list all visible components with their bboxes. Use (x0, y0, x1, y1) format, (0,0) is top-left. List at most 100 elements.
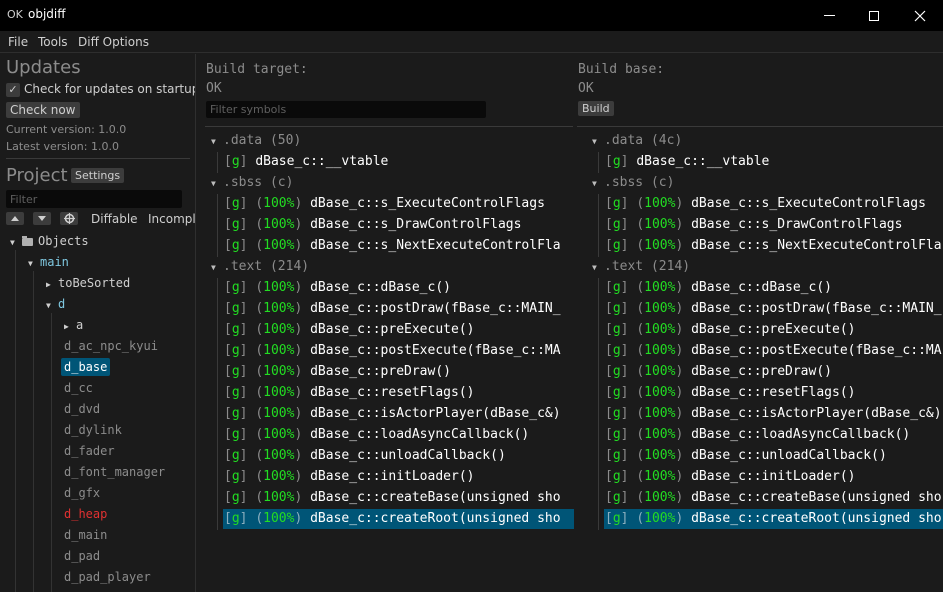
tree-node-file[interactable]: d_font_manager (64, 463, 165, 481)
symbol-row[interactable]: [g] (100%) dBase_c::dBase_c() (605, 278, 832, 298)
tree-node-file[interactable]: d_pad_player (64, 568, 151, 586)
symbol-row[interactable]: [g] (100%) dBase_c::preDraw() (224, 362, 451, 382)
tree-node-d[interactable]: ▼ d (46, 295, 65, 313)
symbol-flag: g (231, 196, 240, 211)
tree-node-file[interactable]: d_dylink (64, 421, 122, 439)
symbol-row[interactable]: [g] (100%) dBase_c::postDraw(fBase_c::MA… (224, 299, 561, 319)
paren: ( (636, 217, 645, 232)
tree-node-a[interactable]: ▶ a (64, 316, 83, 334)
symbol-row[interactable]: [g] (100%) dBase_c::isActorPlayer(dBase_… (605, 404, 942, 424)
tree-node-file[interactable]: d_gfx (64, 484, 100, 502)
menu-file[interactable]: File (8, 35, 28, 49)
window-title: objdiff (28, 7, 66, 21)
locate-button[interactable] (60, 212, 78, 225)
sidebar: Updates ✓ Check for updates on startup C… (0, 54, 196, 592)
symbol-row-selected[interactable]: [g] (100%) dBase_c::createRoot(unsigned … (223, 509, 574, 529)
symbol-row[interactable]: [g] (100%) dBase_c::loadAsyncCallback() (605, 425, 910, 445)
symbol-row[interactable]: [g] (100%) dBase_c::postExecute(fBase_c:… (224, 341, 561, 361)
symbol-row[interactable]: [g] (100%) dBase_c::s_ExecuteControlFlag… (224, 194, 545, 214)
bracket: [ (224, 427, 232, 442)
window-status: OK (7, 8, 23, 21)
close-button[interactable] (897, 0, 943, 31)
tree-node-file[interactable]: d_ac_npc_kyui (64, 337, 158, 355)
paren: ) (675, 469, 692, 484)
symbol-flag: g (612, 217, 621, 232)
target-heading: Build target: (206, 62, 308, 77)
symbol-row[interactable]: [g] (100%) dBase_c::postDraw(fBase_c::MA… (605, 299, 942, 319)
symbol-row[interactable]: [g] (100%) dBase_c::s_NextExecuteControl… (224, 236, 561, 256)
menu-tools[interactable]: Tools (38, 35, 68, 49)
bracket: ] (239, 196, 256, 211)
check-now-button[interactable]: Check now (6, 102, 80, 118)
symbol-flag: g (612, 364, 621, 379)
symbol-row[interactable]: [g] (100%) dBase_c::unloadCallback() (605, 446, 887, 466)
collapse-all-button[interactable] (6, 212, 24, 225)
symbol-row[interactable]: [g] dBase_c::__vtable (605, 152, 769, 172)
symbol-row[interactable]: [g] (100%) dBase_c::initLoader() (224, 467, 474, 487)
tree-node-objects[interactable]: ▼ Objects (10, 232, 89, 250)
expand-all-button[interactable] (33, 212, 51, 225)
tree-node-file-selected[interactable]: d_base (61, 358, 111, 376)
symbol-row[interactable]: [g] (100%) dBase_c::s_DrawControlFlags (224, 215, 521, 235)
check-on-startup-checkbox[interactable]: ✓ (6, 83, 20, 97)
tree-node-file[interactable]: d_main (64, 526, 107, 544)
section-header[interactable]: ▼ .sbss (c) (592, 173, 674, 193)
symbol-row[interactable]: [g] (100%) dBase_c::preDraw() (605, 362, 832, 382)
symbol-row[interactable]: [g] (100%) dBase_c::createBase(unsigned … (605, 488, 942, 508)
symbol-row[interactable]: [g] (100%) dBase_c::s_ExecuteControlFlag… (605, 194, 926, 214)
section-header[interactable]: ▼ .text (214) (211, 257, 309, 277)
tree-node-file[interactable]: d_cc (64, 379, 93, 397)
symbol-row[interactable]: [g] dBase_c::__vtable (224, 152, 388, 172)
symbol-row[interactable]: [g] (100%) dBase_c::preExecute() (224, 320, 474, 340)
symbol-row[interactable]: [g] (100%) dBase_c::resetFlags() (224, 383, 474, 403)
bracket: ] (239, 280, 256, 295)
minimize-button[interactable] (806, 0, 852, 31)
symbol-flag: g (231, 427, 240, 442)
build-button[interactable]: Build (578, 101, 614, 116)
updates-heading: Updates (6, 57, 81, 78)
paren: ) (294, 490, 311, 505)
symbol-flag: g (612, 427, 621, 442)
tree-node-main[interactable]: ▼ main (28, 253, 69, 271)
match-percent: 100% (644, 469, 676, 484)
symbol-row[interactable]: [g] (100%) dBase_c::initLoader() (605, 467, 855, 487)
bracket: ] (239, 322, 256, 337)
tree-node-tobesorted[interactable]: ▶ toBeSorted (46, 274, 130, 292)
symbol-row[interactable]: [g] (100%) dBase_c::isActorPlayer(dBase_… (224, 404, 561, 424)
project-filter-input[interactable] (6, 190, 182, 208)
symbol-row[interactable]: [g] (100%) dBase_c::postExecute(fBase_c:… (605, 341, 942, 361)
symbol-row[interactable]: [g] (100%) dBase_c::dBase_c() (224, 278, 451, 298)
tree-node-file[interactable]: d_pad (64, 547, 100, 565)
tree-node-file-error[interactable]: d_heap (64, 505, 107, 523)
symbol-filter-input[interactable] (206, 101, 486, 118)
symbol-row[interactable]: [g] (100%) dBase_c::s_NextExecuteControl… (605, 236, 942, 256)
diffable-toggle[interactable]: Diffable (91, 212, 138, 226)
section-header[interactable]: ▼ .data (4c) (592, 131, 682, 151)
section-header[interactable]: ▼ .data (50) (211, 131, 301, 151)
symbol-name: dBase_c::preExecute() (310, 322, 475, 337)
tree-node-file[interactable]: d_dvd (64, 400, 100, 418)
symbol-row[interactable]: [g] (100%) dBase_c::s_DrawControlFlags (605, 215, 902, 235)
symbol-row[interactable]: [g] (100%) dBase_c::resetFlags() (605, 383, 855, 403)
symbol-row[interactable]: [g] (100%) dBase_c::preExecute() (605, 320, 855, 340)
paren: ) (675, 406, 692, 421)
section-header[interactable]: ▼ .text (214) (592, 257, 690, 277)
tree-node-file[interactable]: d_fader (64, 442, 115, 460)
match-percent: 100% (644, 448, 676, 463)
symbol-row[interactable]: [g] (100%) dBase_c::unloadCallback() (224, 446, 506, 466)
symbol-row[interactable]: [g] (100%) dBase_c::createBase(unsigned … (224, 488, 561, 508)
bracket: [ (224, 301, 232, 316)
settings-button[interactable]: Settings (71, 168, 125, 183)
bracket: ] (620, 280, 637, 295)
incomplete-toggle[interactable]: Incomple (148, 212, 195, 226)
symbol-row[interactable]: [g] (100%) dBase_c::loadAsyncCallback() (224, 425, 529, 445)
paren: ( (636, 238, 645, 253)
menu-diff-options[interactable]: Diff Options (78, 35, 149, 49)
symbol-name: dBase_c::isActorPlayer(dBase_c&) (691, 406, 942, 421)
maximize-button[interactable] (851, 0, 897, 31)
bracket: [ (605, 301, 613, 316)
symbol-row-selected[interactable]: [g] (100%) dBase_c::createRoot(unsigned … (604, 509, 943, 529)
match-percent: 100% (263, 490, 295, 505)
check-on-startup-label[interactable]: Check for updates on startup (24, 82, 195, 96)
section-header[interactable]: ▼ .sbss (c) (211, 173, 293, 193)
